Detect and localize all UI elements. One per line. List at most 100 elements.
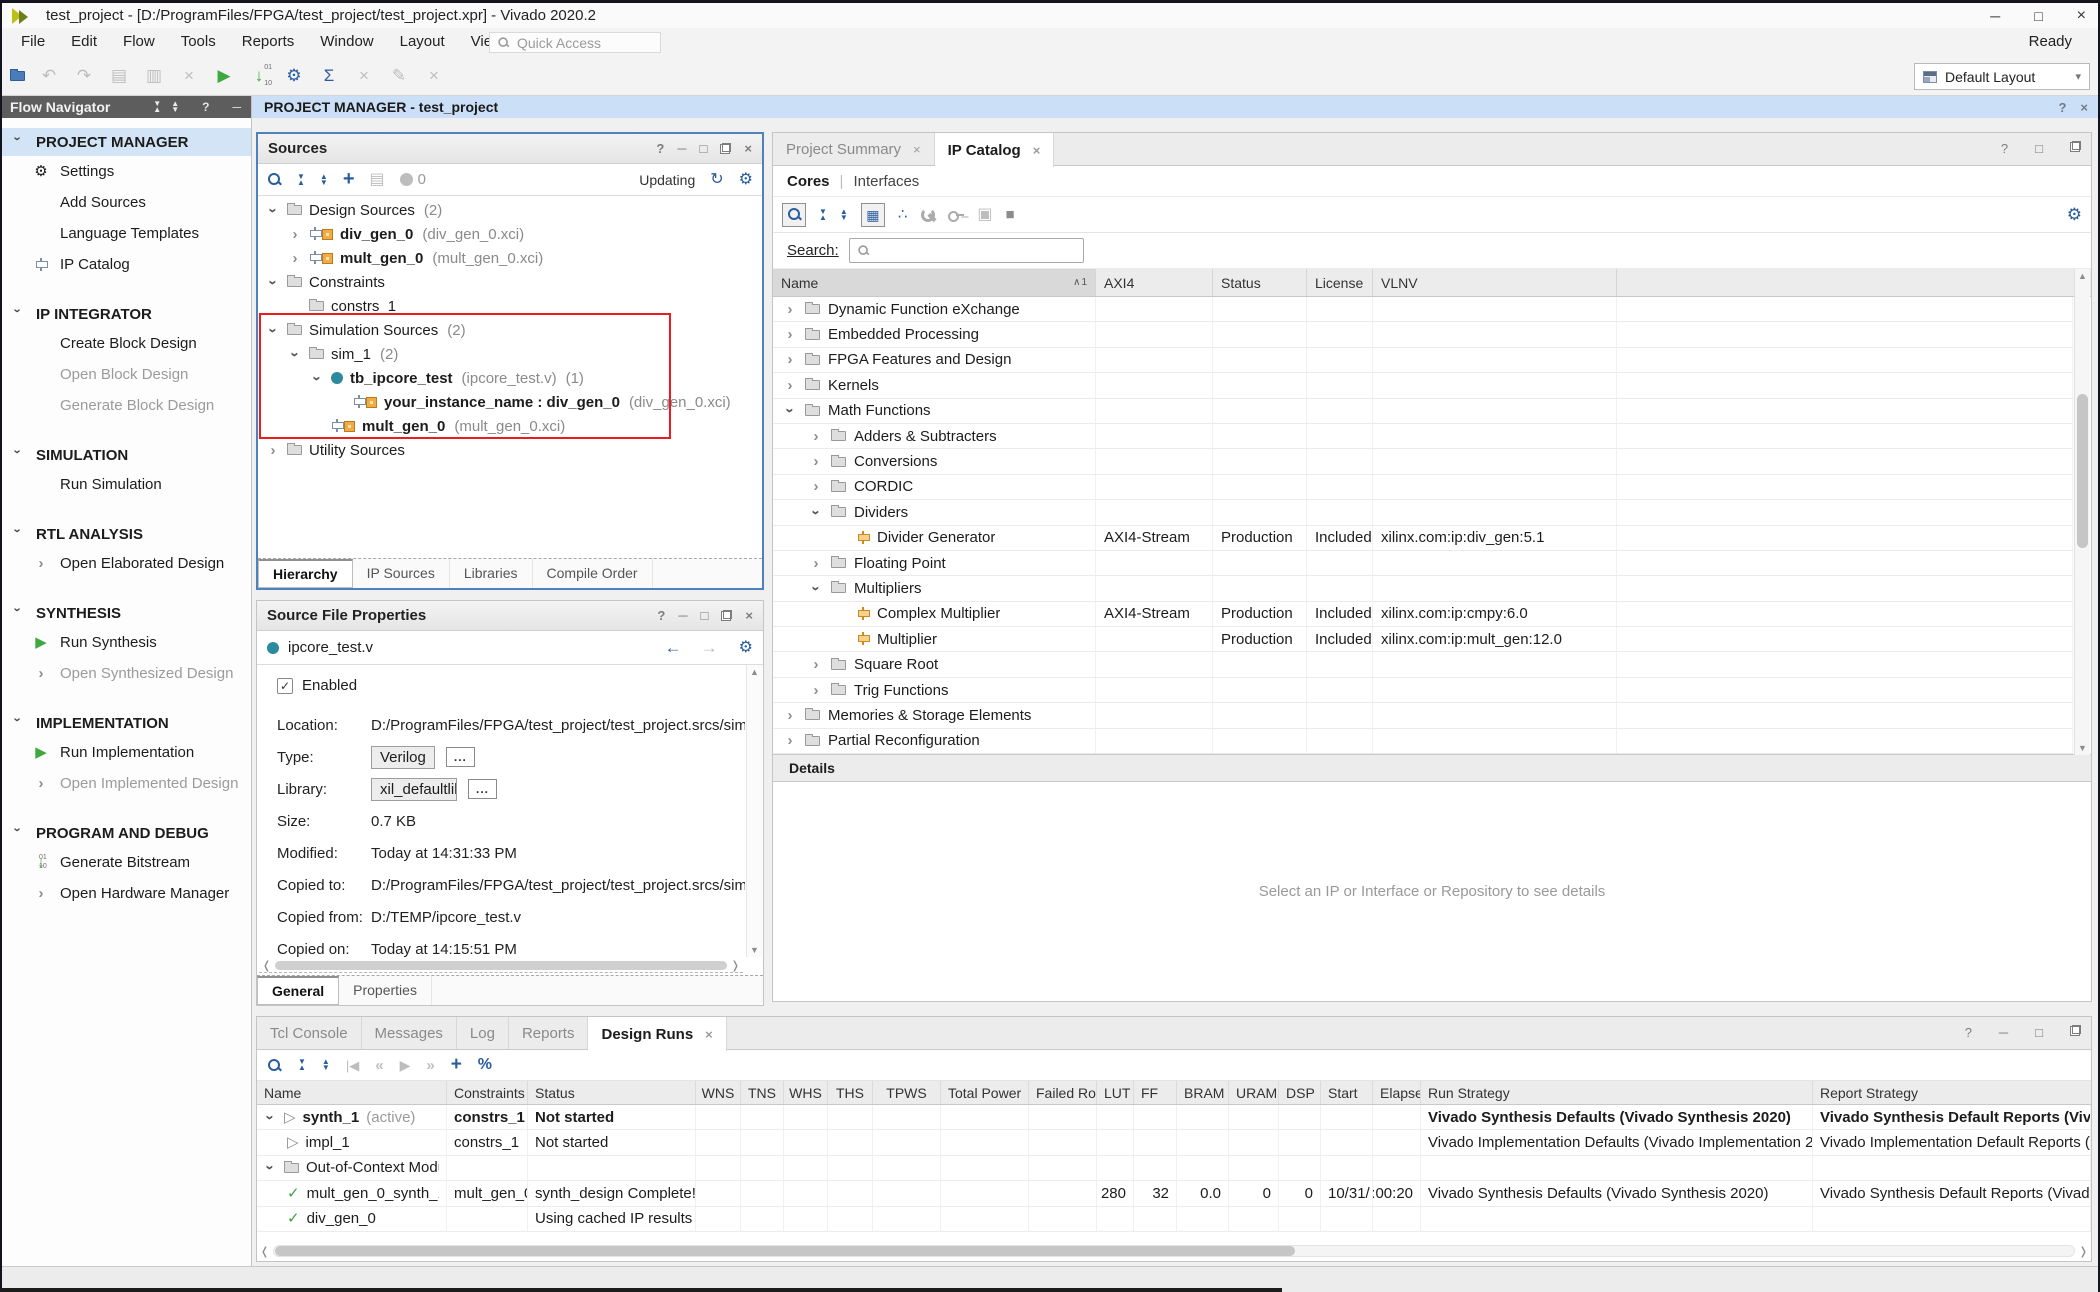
menu-tools[interactable]: Tools [168,28,229,56]
sfp-panel-header[interactable]: Source File Properties ? ─ □ × [257,601,763,631]
ip-catalog-row[interactable]: ›CORDIC [773,475,2073,500]
menu-reports[interactable]: Reports [229,28,308,56]
ip-catalog-row[interactable]: ›Trig Functions [773,678,2073,703]
chip-icon[interactable]: ▣ [977,207,992,223]
expand-all-icon[interactable]: ▲▼ [322,1059,330,1071]
chevron-down-icon[interactable]: › [287,347,304,361]
property-value-box[interactable]: Verilog [371,746,435,769]
float-panel-icon[interactable] [720,143,731,154]
scrollbar-thumb[interactable] [275,1246,1295,1256]
column-header-name[interactable]: Name [257,1081,447,1104]
settings-gear-icon[interactable]: ⚙ [283,65,305,87]
chevron-down-icon[interactable]: › [265,323,282,337]
flow-section-header[interactable]: ›SIMULATION [0,441,251,469]
flow-section-header[interactable]: ›PROJECT MANAGER [0,128,251,156]
gear-icon[interactable]: ⚙ [739,640,753,656]
column-header-ths[interactable]: THS [828,1081,873,1104]
tree-row[interactable]: ›Simulation Sources(2) [260,318,760,342]
enabled-checkbox[interactable]: ✓ [277,678,293,694]
sources-panel-header[interactable]: Sources ? ─ □ × [258,134,762,164]
ip-catalog-row[interactable]: ›Multipliers [773,576,2073,601]
minimize-panel-icon[interactable]: ─ [1999,1025,2008,1040]
ip-catalog-row[interactable]: ›Partial Reconfiguration [773,729,2073,754]
maximize-panel-icon[interactable]: □ [2035,1025,2043,1040]
ip-catalog-row[interactable]: ›Square Root [773,652,2073,677]
column-header-lut[interactable]: LUT [1097,1081,1134,1104]
scrollbar-thumb[interactable] [2077,394,2088,548]
flow-item-create-block-design[interactable]: Create Block Design [0,328,251,359]
chevron-right-icon[interactable]: › [783,326,797,343]
flow-section-header[interactable]: ›PROGRAM AND DEBUG [0,819,251,847]
design-run-row[interactable]: ›Out-of-Context Module Runs [257,1156,2091,1181]
ip-search-input[interactable] [849,238,1084,263]
editor-tab-ip-catalog[interactable]: IP Catalog× [935,133,1055,167]
horizontal-scrollbar[interactable]: ❬❭ [259,958,743,973]
forward-arrow-icon[interactable]: → [701,639,718,656]
collapse-all-icon[interactable]: ▼▲ [153,101,161,113]
edit-pencil-icon[interactable]: ✎ [388,65,410,87]
tab-properties[interactable]: Properties [339,976,432,1005]
chevron-down-icon[interactable]: › [265,275,282,289]
flow-item-open-hardware-manager[interactable]: ›Open Hardware Manager [0,878,251,909]
help-icon[interactable]: ? [656,141,664,156]
vertical-scrollbar[interactable]: ▲▼ [746,665,762,957]
design-run-row[interactable]: ▷impl_1constrs_1Not startedVivado Implem… [257,1130,2091,1155]
gear-icon[interactable]: ⚙ [739,172,753,188]
ip-catalog-row[interactable]: ›Dividers [773,500,2073,525]
ellipsis-button[interactable]: ... [468,779,497,799]
menu-window[interactable]: Window [307,28,386,56]
chevron-right-icon[interactable]: › [809,428,823,445]
flow-section-header[interactable]: ›IP INTEGRATOR [0,300,251,328]
help-icon[interactable]: ? [2058,100,2066,115]
column-header-constraints[interactable]: Constraints [447,1081,528,1104]
help-doc-icon[interactable]: ▤ [370,172,385,188]
minimize-panel-icon[interactable]: ─ [232,100,241,114]
chevron-right-icon[interactable]: › [288,250,302,267]
window-close-icon[interactable]: × [2077,8,2086,24]
collapse-all-icon[interactable]: ▼▲ [298,1059,306,1071]
horizontal-scrollbar[interactable]: ❬❭ [260,1244,2088,1258]
flow-item-language-templates[interactable]: Language Templates [0,218,251,249]
column-header-tns[interactable]: TNS [741,1081,784,1104]
tree-row[interactable]: ›Utility Sources [260,438,760,462]
design-run-row[interactable]: ›▷synth_1 (active)constrs_1Not startedVi… [257,1105,2091,1130]
tree-row[interactable]: ›mult_gen_0(mult_gen_0.xci) [260,414,760,438]
group-by-category-icon[interactable]: ▦ [861,203,885,227]
help-icon[interactable]: ? [202,100,209,114]
ip-catalog-row[interactable]: ›Complex MultiplierAXI4-StreamProduction… [773,602,2073,627]
chevron-right-icon[interactable]: › [783,707,797,724]
column-header-whs[interactable]: WHS [784,1081,828,1104]
subtab-interfaces[interactable]: Interfaces [853,173,919,190]
close-icon[interactable]: × [2080,100,2088,115]
tree-row[interactable]: ›Constraints [260,270,760,294]
column-header-bram[interactable]: BRAM [1177,1081,1229,1104]
quick-access-search[interactable]: Quick Access [489,32,661,53]
float-panel-icon[interactable] [2070,141,2081,152]
expand-all-icon[interactable]: ▲▼ [171,101,179,113]
property-value-box[interactable]: xil_defaultlib [371,778,457,801]
close-tab-icon[interactable]: × [1033,143,1041,158]
console-tab-design-runs[interactable]: Design Runs× [588,1017,726,1051]
chevron-down-icon[interactable]: › [265,203,282,217]
add-sources-icon[interactable]: + [343,168,355,191]
flow-section-header[interactable]: ›RTL ANALYSIS [0,520,251,548]
collapse-all-icon[interactable]: ▼▲ [819,209,827,221]
column-header-uram[interactable]: URAM [1229,1081,1279,1104]
flow-section-header[interactable]: ›SYNTHESIS [0,599,251,627]
float-panel-icon[interactable] [2070,1025,2081,1036]
create-run-icon[interactable]: + [451,1054,462,1076]
run-icon[interactable]: ▶ [213,65,235,87]
ip-catalog-row[interactable]: ›Conversions [773,449,2073,474]
paste-icon[interactable]: ▥ [143,65,165,87]
delete-icon[interactable]: × [178,65,200,87]
wrench-icon[interactable] [920,207,935,222]
close-panel-icon[interactable]: × [744,141,752,156]
ip-catalog-row[interactable]: ›MultiplierProductionIncludedxilinx.com:… [773,627,2073,652]
column-header-ff[interactable]: FF [1134,1081,1177,1104]
flow-item-open-elaborated-design[interactable]: ›Open Elaborated Design [0,548,251,579]
layout-selector[interactable]: Default Layout ▾ [1914,63,2090,90]
editor-tab-project-summary[interactable]: Project Summary× [773,133,935,165]
redo-icon[interactable]: ↷ [73,65,95,87]
tab-libraries[interactable]: Libraries [450,559,533,588]
gear-icon[interactable]: ⚙ [2067,206,2082,223]
